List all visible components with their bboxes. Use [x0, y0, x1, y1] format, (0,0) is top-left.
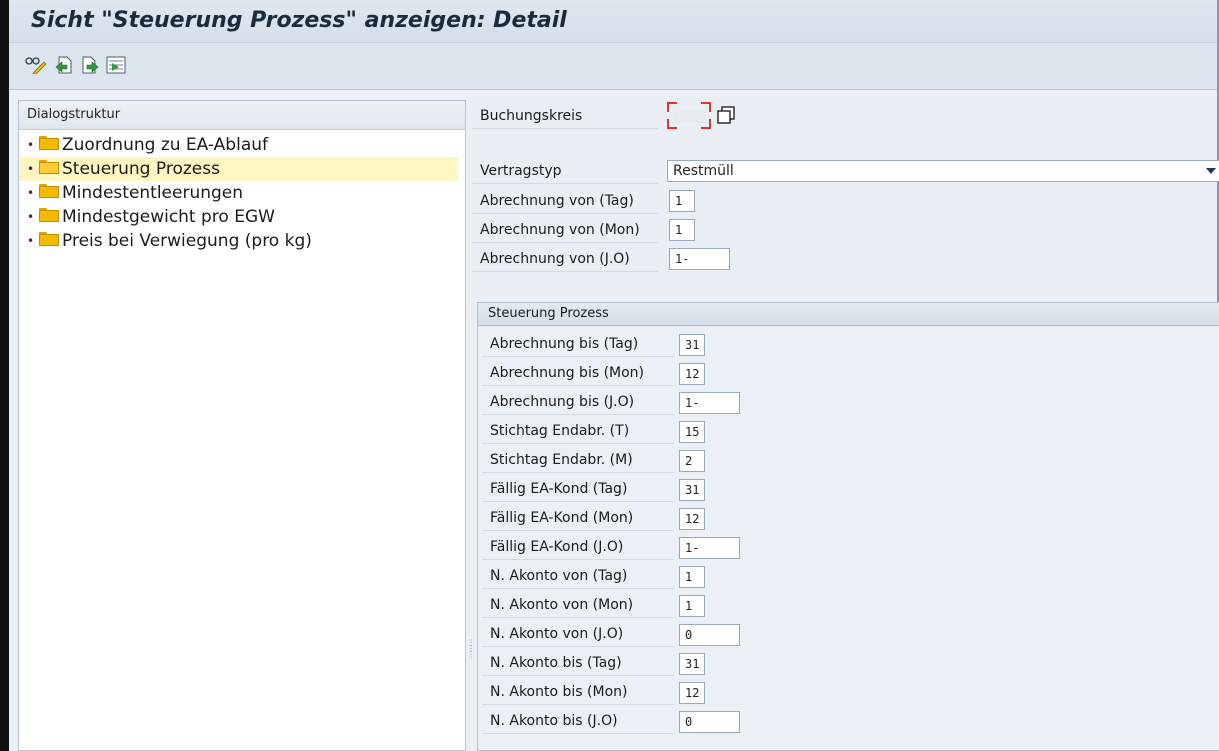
- sap-window: Sicht "Steuerung Prozess" anzeigen: Deta…: [0, 0, 1219, 751]
- n-akonto-von-jo-label: N. Akonto von (J.O): [482, 621, 674, 647]
- n-akonto-bis-tag-input[interactable]: 31: [679, 653, 705, 675]
- tree-item-label: Mindestentleerungen: [62, 183, 244, 203]
- tree-item-steuerung-prozess[interactable]: • Steuerung Prozess: [19, 157, 458, 181]
- open-folder-icon: [39, 160, 59, 174]
- page-title: Sicht "Steuerung Prozess" anzeigen: Deta…: [31, 8, 567, 33]
- abrechnung-von-jo-input[interactable]: 1-: [669, 248, 730, 270]
- select-block-icon: [106, 56, 126, 74]
- n-akonto-bis-tag-label: N. Akonto bis (Tag): [482, 650, 674, 676]
- pane-splitter[interactable]: ⋮ ⋮ ⋮: [467, 639, 475, 659]
- stichtag-endabr-t-label: Stichtag Endabr. (T): [482, 418, 674, 444]
- tree-item-mindestentleerungen[interactable]: • Mindestentleerungen: [19, 181, 465, 205]
- n-akonto-von-jo-input[interactable]: 0: [679, 624, 740, 646]
- folder-icon: [39, 136, 59, 150]
- tree-bullet: •: [27, 186, 35, 200]
- n-akonto-bis-mon-input[interactable]: 12: [679, 682, 705, 704]
- next-entry-icon: [82, 56, 99, 74]
- abrechnung-bis-mon-input[interactable]: 12: [679, 363, 705, 385]
- tree-bullet: •: [27, 210, 35, 224]
- tree-item-zuordnung-ea-ablauf[interactable]: • Zuordnung zu EA-Ablauf: [19, 133, 465, 157]
- display-change-button[interactable]: [25, 55, 47, 75]
- folder-icon: [39, 184, 59, 198]
- n-akonto-von-tag-label: N. Akonto von (Tag): [482, 563, 674, 589]
- vertragstyp-label: Vertragstyp: [472, 158, 658, 184]
- title-bar: Sicht "Steuerung Prozess" anzeigen: Deta…: [9, 0, 1217, 43]
- application-toolbar: [9, 43, 1217, 90]
- faellig-ea-kond-jo-label: Fällig EA-Kond (J.O): [482, 534, 674, 560]
- tree-bullet: •: [27, 234, 35, 248]
- stichtag-endabr-t-input[interactable]: 15: [679, 421, 705, 443]
- n-akonto-von-mon-label: N. Akonto von (Mon): [482, 592, 674, 618]
- n-akonto-von-tag-input[interactable]: 1: [679, 566, 705, 588]
- detail-form: Buchungskreis Vertragstyp Restmüll Abrec…: [472, 100, 1219, 751]
- tree-bullet: •: [27, 138, 35, 152]
- n-akonto-von-mon-input[interactable]: 1: [679, 595, 705, 617]
- select-block-button[interactable]: [105, 55, 127, 75]
- abrechnung-bis-tag-label: Abrechnung bis (Tag): [482, 331, 674, 357]
- abrechnung-von-mon-input[interactable]: 1: [669, 219, 695, 241]
- vertragstyp-value: Restmüll: [673, 163, 734, 179]
- faellig-ea-kond-jo-input[interactable]: 1-: [679, 537, 740, 559]
- next-entry-button[interactable]: [79, 55, 101, 75]
- previous-entry-button[interactable]: [53, 55, 75, 75]
- n-akonto-bis-mon-label: N. Akonto bis (Mon): [482, 679, 674, 705]
- abrechnung-von-tag-label: Abrechnung von (Tag): [472, 188, 658, 214]
- steuerung-prozess-group: Steuerung Prozess Abrechnung bis (Tag) 3…: [477, 302, 1219, 751]
- previous-entry-icon: [55, 56, 72, 74]
- folder-icon: [39, 232, 59, 246]
- tree-item-label: Mindestgewicht pro EGW: [62, 207, 275, 227]
- abrechnung-von-jo-label: Abrechnung von (J.O): [472, 246, 658, 272]
- glasses-edit-icon: [25, 57, 47, 74]
- dialog-structure-header: Dialogstruktur: [19, 101, 465, 130]
- abrechnung-bis-tag-input[interactable]: 31: [679, 334, 705, 356]
- dropdown-arrow-icon: [1206, 168, 1216, 174]
- abrechnung-von-tag-input[interactable]: 1: [669, 190, 695, 212]
- tree-item-label: Preis bei Verwiegung (pro kg): [62, 231, 312, 251]
- abrechnung-bis-jo-input[interactable]: 1-: [679, 392, 740, 414]
- buchungskreis-field[interactable]: [667, 102, 711, 129]
- abrechnung-bis-jo-label: Abrechnung bis (J.O): [482, 389, 674, 415]
- faellig-ea-kond-mon-input[interactable]: 12: [679, 508, 705, 530]
- n-akonto-bis-jo-label: N. Akonto bis (J.O): [482, 708, 674, 734]
- buchungskreis-value: [673, 109, 705, 123]
- abrechnung-von-mon-label: Abrechnung von (Mon): [472, 217, 658, 243]
- abrechnung-bis-mon-label: Abrechnung bis (Mon): [482, 360, 674, 386]
- tree-item-label: Zuordnung zu EA-Ablauf: [62, 135, 269, 155]
- tree-item-label: Steuerung Prozess: [62, 159, 220, 179]
- tree-bullet: •: [27, 162, 35, 176]
- buchungskreis-label: Buchungskreis: [472, 103, 658, 129]
- faellig-ea-kond-tag-label: Fällig EA-Kond (Tag): [482, 476, 674, 502]
- faellig-ea-kond-tag-input[interactable]: 31: [679, 479, 705, 501]
- stichtag-endabr-m-label: Stichtag Endabr. (M): [482, 447, 674, 473]
- tree-item-preis-bei-verwiegung[interactable]: • Preis bei Verwiegung (pro kg): [19, 229, 465, 253]
- tree-item-mindestgewicht-pro-egw[interactable]: • Mindestgewicht pro EGW: [19, 205, 465, 229]
- stichtag-endabr-m-input[interactable]: 2: [679, 450, 705, 472]
- group-title: Steuerung Prozess: [478, 303, 1219, 326]
- copy-icon[interactable]: [717, 106, 735, 124]
- dialog-structure-pane: Dialogstruktur • Zuordnung zu EA-Ablauf …: [18, 100, 466, 751]
- vertragstyp-select[interactable]: Restmüll: [667, 160, 1219, 182]
- n-akonto-bis-jo-input[interactable]: 0: [679, 711, 740, 733]
- faellig-ea-kond-mon-label: Fällig EA-Kond (Mon): [482, 505, 674, 531]
- folder-icon: [39, 208, 59, 222]
